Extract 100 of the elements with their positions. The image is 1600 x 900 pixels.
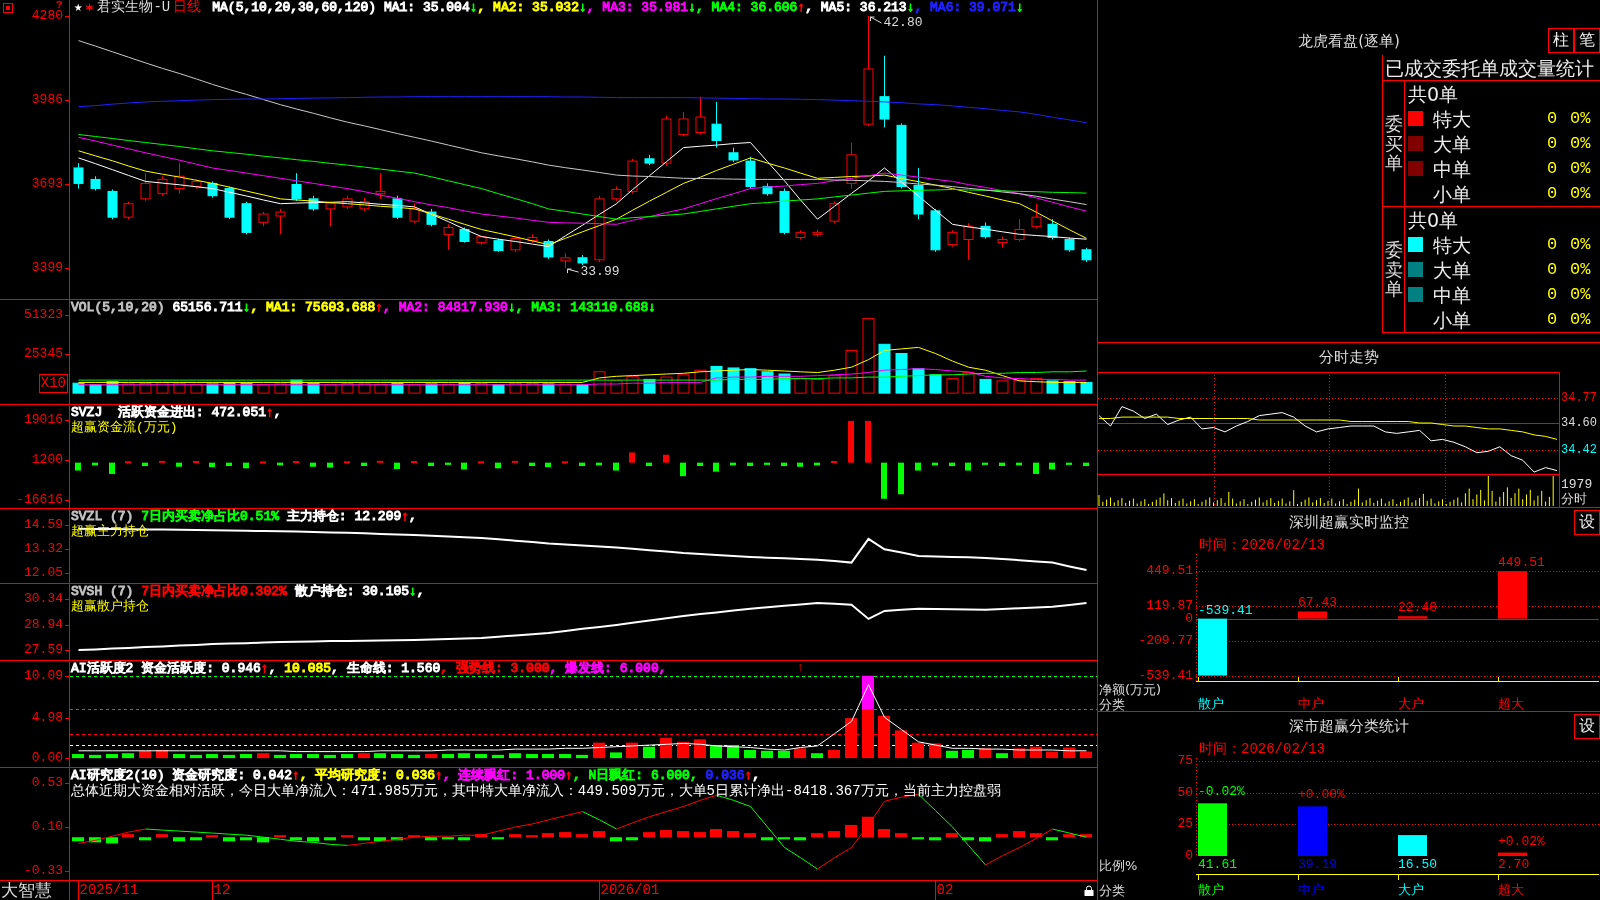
order-count: 0 — [1546, 133, 1558, 154]
legend-text: ↑ — [435, 768, 443, 783]
legend-text: ↑ — [292, 768, 300, 783]
date-label: 02 — [934, 881, 954, 900]
legend-text: , — [416, 584, 425, 599]
period-label[interactable]: 日线 — [173, 0, 202, 15]
view-toggle-button[interactable]: 柱 — [1548, 28, 1574, 53]
axis-tick-label: 27.59 — [24, 642, 63, 659]
view-toggle-button[interactable]: 笔 — [1574, 28, 1600, 53]
data-label: 39.19 — [1298, 857, 1337, 873]
candlestick — [527, 233, 538, 244]
legend-text: MA(5,10,20,30,60,120) MA1: 35.004 — [212, 0, 470, 15]
candlestick — [224, 186, 235, 220]
axis-tick-label: 3399 — [31, 260, 63, 277]
legend-text: SVZL (7) — [71, 509, 135, 524]
indicator-title: 超赢资金流(万元) — [71, 420, 178, 435]
settings-button[interactable]: 设 — [1574, 510, 1600, 535]
candlestick — [241, 201, 252, 235]
legend-text: ↑ — [266, 405, 274, 420]
order-size-label: 小单 — [1433, 182, 1471, 205]
candlestick — [779, 188, 790, 235]
legend-text: ↓ — [578, 0, 587, 15]
category-label: 散户 — [1198, 882, 1224, 898]
category-label: 中户 — [1298, 882, 1324, 898]
legend-text: , — [409, 509, 417, 524]
candlestick — [308, 195, 319, 212]
order-count: 0 — [1546, 158, 1558, 179]
analysis-text: 总体近期大资金相对活跃，今日大单净流入：471.985万元，其中特大单净流入：449.509万元，大单5日累计净出-8418.367万元，当前主力控盘弱 — [71, 783, 1001, 800]
candlestick — [140, 172, 151, 202]
legend-text: , MA6: 39.071 — [914, 0, 1016, 15]
date-label: 12 — [211, 881, 231, 900]
candlestick — [762, 182, 773, 197]
order-size-label: 中单 — [1433, 283, 1471, 306]
axis-tick-label: 0.00 — [31, 750, 63, 767]
candlestick — [1047, 218, 1058, 240]
order-percent: 0% — [1570, 259, 1591, 280]
legend-text: 7日内买卖净占比0.302% — [141, 584, 287, 599]
candlestick — [409, 203, 420, 224]
category-label: 大户 — [1398, 882, 1424, 898]
candlestick — [90, 175, 101, 192]
legend-text: ↑ — [375, 300, 384, 315]
order-percent: 0% — [1570, 158, 1591, 179]
axis-tick-label: 34.77 — [1561, 389, 1597, 406]
candlestick — [896, 122, 907, 190]
star-icon[interactable]: ★ — [74, 0, 83, 15]
legend-text: 主力持仓: 12.209 — [285, 509, 402, 524]
lock-icon[interactable] — [1084, 885, 1094, 896]
help-mark[interactable]: ? — [56, 0, 63, 10]
legend-text: AI活跃度2 资金活跃度: 0.946 — [71, 661, 261, 676]
candlestick — [157, 175, 168, 197]
settings-button[interactable]: 设 — [1574, 714, 1600, 739]
order-percent: 0% — [1570, 133, 1591, 154]
candlestick — [846, 142, 857, 190]
legend-text: 65156.711 — [172, 300, 243, 315]
legend-text: , MA4: 36.606 — [696, 0, 798, 15]
candlestick — [1081, 247, 1092, 263]
legend-text: , MA2: 84817.930 — [383, 300, 508, 315]
axis-tick-label: 34.60 — [1561, 415, 1597, 431]
category-label: 超大 — [1498, 696, 1524, 712]
brand-label: 大智慧 — [0, 881, 52, 900]
legend-text: , MA5: 36.213 — [805, 0, 907, 15]
order-size-label: 特大 — [1433, 233, 1471, 256]
axis-tick-label: -209.77 — [1138, 633, 1193, 648]
candlestick — [174, 162, 185, 195]
candlestick — [560, 252, 571, 269]
legend-text: 10.085 — [284, 661, 332, 676]
legend-text: ↓ — [242, 300, 251, 315]
signal-mark: ↑ — [796, 661, 805, 675]
timestamp-label: 时间：2026/02/13 — [1199, 537, 1325, 553]
order-size-label: 特大 — [1433, 107, 1471, 130]
candlestick — [930, 208, 941, 253]
order-percent: 0% — [1570, 183, 1591, 204]
data-label: 2.70 — [1498, 857, 1530, 873]
legend-text: 0.036 — [705, 768, 745, 783]
legend-text: ↓ — [688, 0, 696, 15]
order-count: 0 — [1546, 108, 1558, 129]
candlestick — [1031, 203, 1042, 229]
mode-label[interactable]: 分时 — [1561, 492, 1587, 508]
order-total: 共0单 — [1408, 82, 1459, 105]
order-size-label: 大单 — [1433, 132, 1471, 155]
legend-text: , 生命线: 1.560 — [331, 661, 441, 676]
date-label: 2026/01 — [598, 881, 660, 900]
order-size-label: 小单 — [1433, 308, 1471, 331]
candlestick — [997, 236, 1008, 249]
order-total: 共0单 — [1408, 208, 1459, 231]
burst-icon — [85, 3, 95, 12]
order-percent: 0% — [1570, 108, 1591, 129]
candlestick — [426, 208, 437, 227]
axis-tick-label: 4.98 — [31, 709, 63, 726]
price-label: 33.99 — [580, 265, 620, 280]
change-label: +0.02% — [1498, 833, 1545, 849]
legend-text: ↑ — [744, 768, 753, 783]
axis-tick-label: 3693 — [31, 175, 63, 192]
candlestick — [644, 154, 655, 166]
axis-tick-label: 25345 — [24, 346, 63, 363]
axis-tick-label: 14.59 — [24, 516, 63, 533]
legend-text: , 平均研究度: 0.036 — [299, 768, 436, 783]
data-label: 41.61 — [1198, 857, 1237, 873]
candlestick — [107, 188, 118, 220]
data-label: 22.48 — [1398, 600, 1437, 616]
